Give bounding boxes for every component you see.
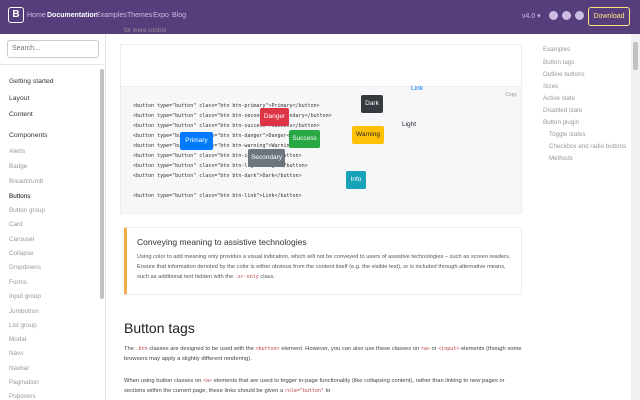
twitter-icon[interactable] [562, 11, 571, 20]
code-line: <button type="button" class="btn btn-pri… [133, 103, 320, 109]
sidebar-item-components[interactable]: Components [9, 132, 48, 139]
section-heading: Button tags [124, 320, 195, 336]
sidebar-item-carousel[interactable]: Carousel [9, 236, 34, 243]
toc-button-tags[interactable]: Button tags [543, 59, 574, 66]
table-of-contents: Examples Button tags Outline buttons Siz… [530, 34, 640, 400]
nav-documentation[interactable]: Documentation [47, 12, 98, 19]
sidebar-item-breadcrumb[interactable]: Breadcrumb [9, 178, 43, 185]
nav-examples[interactable]: Examples [96, 12, 127, 19]
scrollbar-thumb[interactable] [633, 42, 638, 70]
main-content: for more control Copy <button type="butt… [106, 28, 530, 400]
toc-toggle-states[interactable]: Toggle states [549, 131, 585, 138]
toc-button-plugin[interactable]: Button plugin [543, 119, 579, 126]
toc-outline-buttons[interactable]: Outline buttons [543, 71, 585, 78]
paragraph-anchor-buttons: When using button classes on <a> element… [124, 378, 505, 394]
page-scrollbar[interactable] [631, 34, 640, 400]
sidebar-item-modal[interactable]: Modal [9, 336, 26, 343]
callout-warning: Conveying meaning to assistive technolog… [124, 227, 522, 295]
slack-icon[interactable] [575, 11, 584, 20]
light-button[interactable]: Light [396, 116, 422, 134]
nav-themes[interactable]: Themes [127, 12, 152, 19]
toc-sizes[interactable]: Sizes [543, 83, 558, 90]
code-line: <button type="button" class="btn btn-dan… [133, 133, 314, 139]
nav-expo[interactable]: Expo [153, 12, 169, 19]
code-line: <button type="button" class="btn btn-sec… [133, 113, 332, 119]
sidebar-item-navs[interactable]: Navs [9, 350, 23, 357]
download-button[interactable]: Download [588, 7, 630, 26]
warning-button[interactable]: Warning [352, 126, 384, 144]
nav-home[interactable]: Home [27, 12, 46, 19]
copy-button[interactable]: Copy [505, 92, 517, 98]
sidebar-item-alerts[interactable]: Alerts [9, 148, 25, 155]
faded-text: for more control [124, 28, 167, 34]
sidebar-item-input-group[interactable]: Input group [9, 293, 41, 300]
primary-button[interactable]: Primary [180, 132, 213, 150]
top-navbar: B Home Documentation Examples Themes Exp… [0, 0, 640, 34]
sidebar-item-popovers[interactable]: Popovers [9, 393, 36, 400]
toc-checkbox-radio[interactable]: Checkbox and radio buttons [549, 143, 626, 150]
bootstrap-logo[interactable]: B [8, 7, 24, 23]
sidebar-item-list-group[interactable]: List group [9, 322, 37, 329]
secondary-button[interactable]: Secondary [248, 149, 285, 167]
sidebar-item-navbar[interactable]: Navbar [9, 365, 29, 372]
code-line: <button type="button" class="btn btn-lin… [133, 193, 302, 199]
search-input[interactable]: Search... [7, 40, 99, 58]
sidebar-scrollbar[interactable] [100, 69, 104, 299]
success-button[interactable]: Success [289, 130, 320, 148]
dark-button[interactable]: Dark [361, 95, 383, 113]
sidebar-item-pagination[interactable]: Pagination [9, 379, 39, 386]
sr-only-code: .sr-only [234, 274, 259, 280]
link-button[interactable]: Link [408, 80, 426, 98]
example-preview [121, 45, 521, 87]
callout-text: Using color to add meaning only provides… [137, 254, 511, 280]
sidebar-item-content[interactable]: Content [9, 111, 33, 118]
nav-blog[interactable]: Blog [172, 12, 186, 19]
toc-active-state[interactable]: Active state [543, 95, 575, 102]
sidebar-item-badge[interactable]: Badge [9, 163, 27, 170]
sidebar-item-jumbotron[interactable]: Jumbotron [9, 308, 39, 315]
sidebar-item-card[interactable]: Card [9, 221, 23, 228]
toc-methods[interactable]: Methods [549, 155, 573, 162]
sidebar-item-getting-started[interactable]: Getting started [9, 78, 54, 85]
sidebar-item-dropdowns[interactable]: Dropdowns [9, 264, 41, 271]
github-icon[interactable] [549, 11, 558, 20]
code-line: <button type="button" class="btn btn-dar… [133, 173, 302, 179]
sidebar-item-button-group[interactable]: Button group [9, 207, 45, 214]
code-line: <button type="button" class="btn btn-suc… [133, 123, 320, 129]
callout-title: Conveying meaning to assistive technolog… [137, 237, 307, 247]
toc-disabled-state[interactable]: Disabled state [543, 107, 582, 114]
sidebar-item-layout[interactable]: Layout [9, 95, 29, 102]
code-example: Copy <button type="button" class="btn bt… [120, 44, 522, 214]
sidebar-item-collapse[interactable]: Collapse [9, 250, 34, 257]
danger-button[interactable]: Danger [260, 108, 289, 126]
info-button[interactable]: Info [346, 171, 366, 189]
toc-examples[interactable]: Examples [543, 46, 570, 53]
paragraph-button-tags: The .btn classes are designed to be used… [124, 346, 522, 362]
version-dropdown[interactable]: v4.0 ▾ [522, 12, 541, 20]
sidebar-item-forms[interactable]: Forms [9, 279, 27, 286]
sidebar-divider [0, 64, 106, 65]
sidebar-item-buttons[interactable]: Buttons [9, 193, 30, 200]
docs-sidebar: Search... Getting started Layout Content… [0, 34, 106, 400]
